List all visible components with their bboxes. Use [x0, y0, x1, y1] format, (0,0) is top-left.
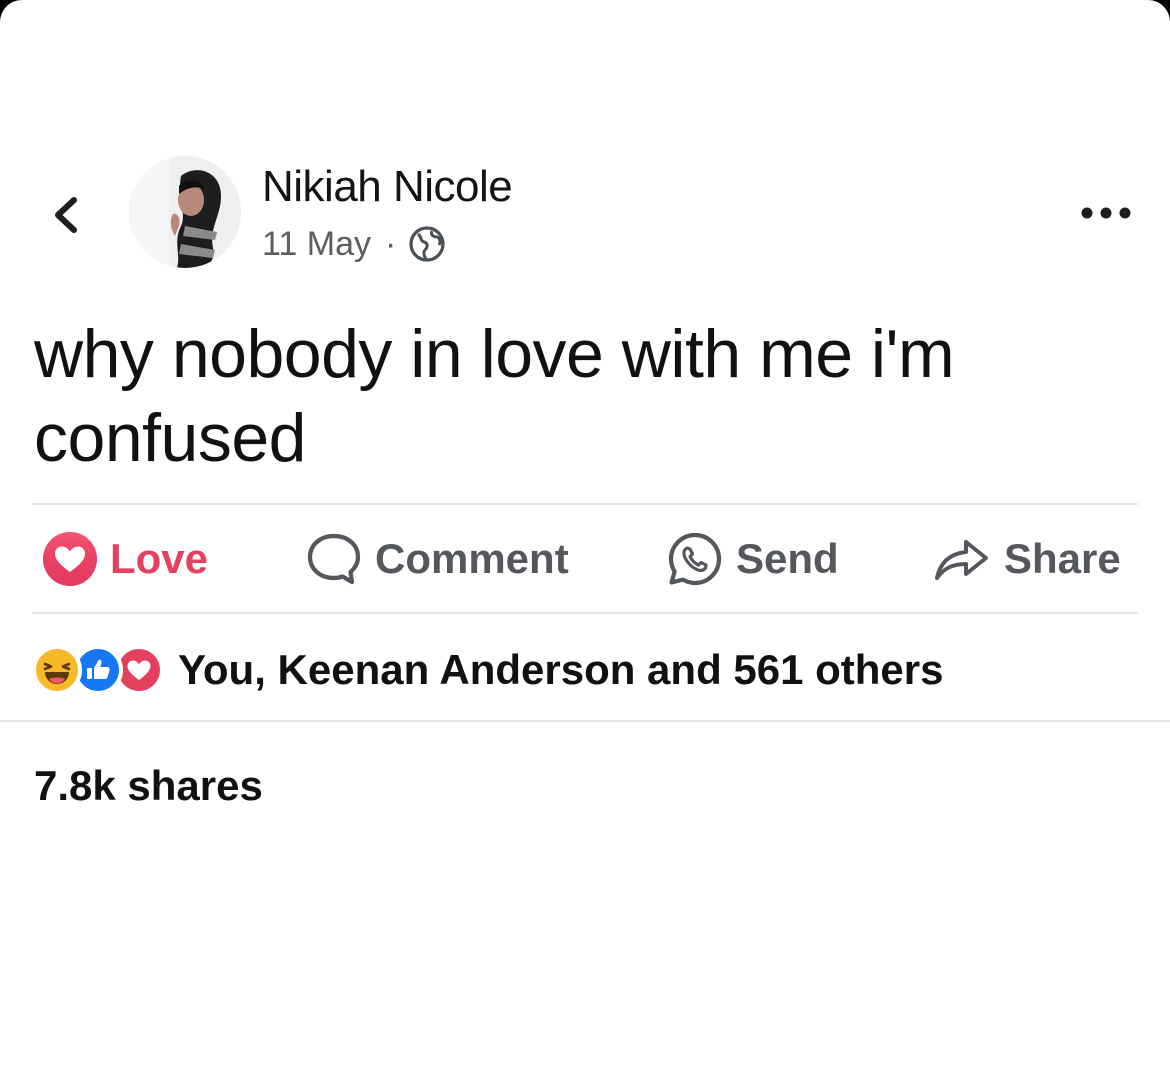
comment-label: Comment	[375, 535, 569, 582]
divider-top	[32, 503, 1138, 505]
whatsapp-icon	[668, 532, 722, 586]
post-date[interactable]: 11 May	[262, 225, 371, 264]
comment-button[interactable]: Comment	[305, 528, 569, 590]
post-text: why nobody in love with me i'm confused	[34, 316, 955, 476]
post-meta: 11 May ·	[262, 222, 446, 266]
chevron-left-icon	[55, 197, 77, 233]
shares-count[interactable]: 7.8k shares	[34, 762, 263, 810]
share-button[interactable]: Share	[932, 528, 1121, 590]
back-button[interactable]	[46, 190, 86, 240]
send-label: Send	[736, 535, 839, 582]
divider-bottom	[0, 720, 1170, 722]
reactions-summary[interactable]: You, Keenan Anderson and 561 others	[32, 640, 944, 700]
post-card: Nikiah Nicole 11 May · why nobody in lov…	[0, 0, 1170, 1086]
reaction-icons	[32, 645, 164, 695]
avatar[interactable]	[129, 156, 241, 268]
share-icon	[935, 540, 988, 580]
reactions-summary-text: You, Keenan Anderson and 561 others	[178, 646, 944, 693]
globe-icon	[409, 226, 445, 262]
more-options-button[interactable]	[1078, 196, 1134, 230]
comment-icon	[307, 533, 361, 585]
divider-middle	[32, 612, 1138, 614]
more-dots-icon	[1081, 207, 1131, 219]
send-button[interactable]: Send	[666, 528, 839, 590]
love-icon	[43, 532, 97, 586]
love-button[interactable]: Love	[42, 528, 208, 590]
author-name[interactable]: Nikiah Nicole	[262, 162, 513, 212]
haha-reaction-icon	[32, 645, 82, 695]
share-label: Share	[1004, 535, 1121, 582]
love-label: Love	[110, 535, 209, 582]
profile-photo	[129, 156, 241, 268]
meta-separator: ·	[384, 224, 397, 263]
